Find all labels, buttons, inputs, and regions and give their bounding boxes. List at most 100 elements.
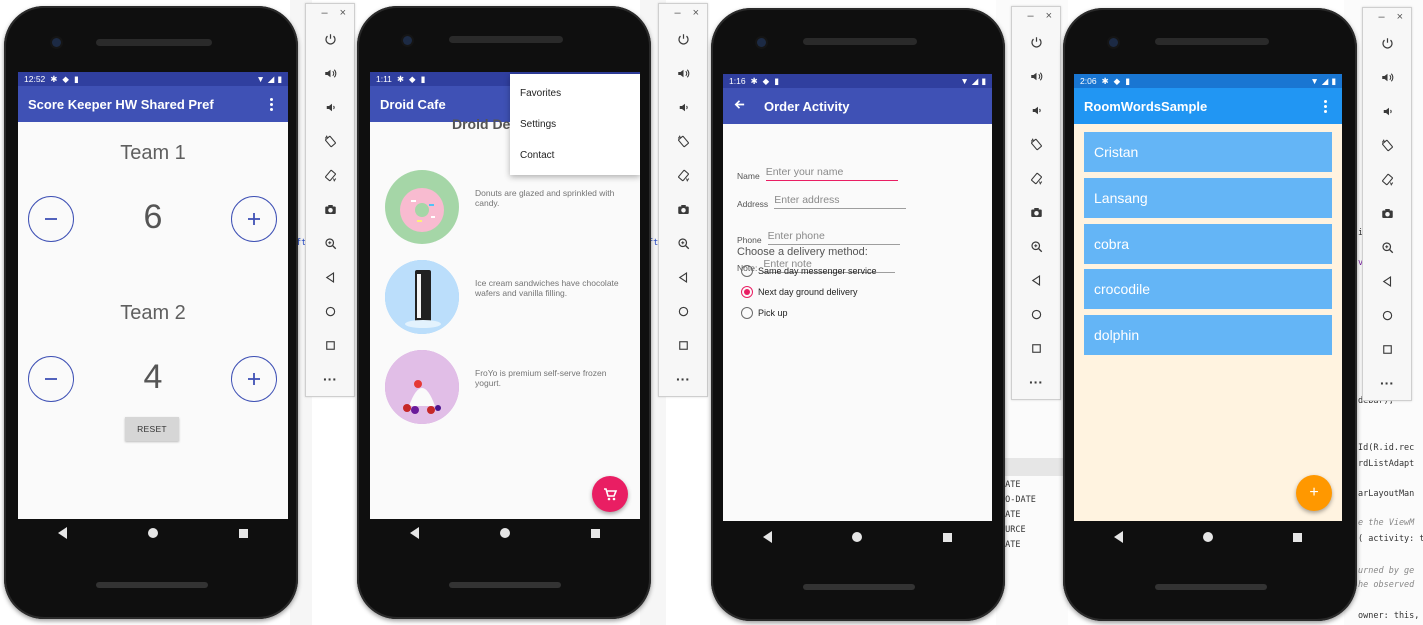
radio-button-checked[interactable] — [741, 286, 753, 298]
camera-icon[interactable] — [659, 192, 707, 226]
add-word-fab[interactable]: + — [1296, 475, 1332, 511]
rotate-left-icon[interactable] — [659, 124, 707, 158]
name-input[interactable]: Enter your name — [765, 166, 898, 181]
volume-down-icon[interactable] — [659, 90, 707, 124]
back-icon[interactable] — [306, 260, 354, 294]
home-icon[interactable] — [1012, 297, 1060, 331]
froyo-image[interactable] — [385, 350, 459, 424]
shopping-cart-fab[interactable] — [592, 476, 628, 512]
rotate-right-icon[interactable] — [306, 158, 354, 192]
nav-overview-icon[interactable] — [238, 528, 248, 538]
nav-back-icon[interactable] — [410, 527, 420, 539]
rotate-right-icon[interactable] — [659, 158, 707, 192]
nav-back-icon[interactable] — [58, 527, 68, 539]
menu-item-contact[interactable]: Contact — [510, 140, 640, 171]
volume-down-icon[interactable] — [1012, 93, 1060, 127]
home-icon[interactable] — [1363, 298, 1411, 332]
zoom-icon[interactable] — [1363, 230, 1411, 264]
close-button[interactable]: × — [1046, 10, 1052, 22]
list-item[interactable]: Cristan — [1084, 132, 1332, 172]
back-arrow-icon[interactable] — [733, 98, 746, 114]
menu-item-favorites[interactable]: Favorites — [510, 78, 640, 109]
nav-overview-icon[interactable] — [942, 532, 952, 542]
more-icon[interactable]: ··· — [1012, 365, 1060, 399]
address-input[interactable]: Enter address — [774, 194, 907, 209]
volume-down-icon[interactable] — [306, 90, 354, 124]
camera-icon[interactable] — [1363, 196, 1411, 230]
zoom-icon[interactable] — [659, 226, 707, 260]
rotate-left-icon[interactable] — [1363, 128, 1411, 162]
volume-up-icon[interactable] — [659, 56, 707, 90]
phone-input[interactable]: Enter phone — [767, 230, 900, 245]
home-icon[interactable] — [659, 294, 707, 328]
team1-increase-button[interactable] — [231, 196, 277, 242]
overview-icon[interactable] — [306, 328, 354, 362]
minimize-button[interactable]: – — [1378, 11, 1384, 23]
ice-cream-sandwich-image[interactable] — [385, 260, 459, 334]
minimize-button[interactable]: – — [674, 7, 680, 19]
close-button[interactable]: × — [1397, 11, 1403, 23]
reset-button[interactable]: RESET — [125, 417, 179, 441]
minimize-button[interactable]: – — [1027, 10, 1033, 22]
radio-button[interactable] — [741, 307, 753, 319]
overview-icon[interactable] — [1363, 332, 1411, 366]
nav-back-icon[interactable] — [1114, 531, 1123, 543]
shield-icon: ◆ — [62, 73, 69, 84]
volume-down-icon[interactable] — [1363, 94, 1411, 128]
menu-item-settings[interactable]: Settings — [510, 109, 640, 140]
more-icon[interactable]: ··· — [306, 362, 354, 396]
back-icon[interactable] — [1012, 263, 1060, 297]
more-icon[interactable]: ··· — [1363, 366, 1411, 400]
status-bar: 2:06 ✱ ◆ ▮ ▼ ◢ ▮ — [1074, 74, 1342, 88]
rotate-right-icon[interactable] — [1012, 161, 1060, 195]
team2-increase-button[interactable] — [231, 356, 277, 402]
camera-icon[interactable] — [1012, 195, 1060, 229]
wifi-icon: ▼ — [256, 74, 265, 84]
radio-button[interactable] — [741, 265, 753, 277]
camera-icon[interactable] — [306, 192, 354, 226]
radio-next-day[interactable]: Next day ground delivery — [741, 286, 858, 298]
back-icon[interactable] — [659, 260, 707, 294]
zoom-icon[interactable] — [306, 226, 354, 260]
ide-code-text: arLayoutMan — [1358, 489, 1415, 499]
power-icon[interactable] — [1012, 25, 1060, 59]
volume-up-icon[interactable] — [1012, 59, 1060, 93]
donut-image[interactable] — [385, 170, 459, 244]
volume-up-icon[interactable] — [306, 56, 354, 90]
rotate-right-icon[interactable] — [1363, 162, 1411, 196]
home-icon[interactable] — [306, 294, 354, 328]
list-item[interactable]: crocodile — [1084, 269, 1332, 309]
radio-pick-up[interactable]: Pick up — [741, 307, 788, 319]
power-icon[interactable] — [1363, 26, 1411, 60]
close-button[interactable]: × — [693, 7, 699, 19]
close-button[interactable]: × — [340, 7, 346, 19]
zoom-icon[interactable] — [1012, 229, 1060, 263]
emulator-toolbar: – × ··· — [1011, 6, 1061, 400]
list-item[interactable]: cobra — [1084, 224, 1332, 264]
rotate-left-icon[interactable] — [1012, 127, 1060, 161]
battery-icon: ▮ — [277, 73, 282, 84]
nav-overview-icon[interactable] — [590, 528, 600, 538]
overflow-menu-icon[interactable] — [264, 97, 278, 111]
nav-home-icon[interactable] — [499, 528, 510, 538]
volume-up-icon[interactable] — [1363, 60, 1411, 94]
nav-home-icon[interactable] — [852, 532, 863, 542]
overview-icon[interactable] — [659, 328, 707, 362]
back-icon[interactable] — [1363, 264, 1411, 298]
minimize-button[interactable]: – — [321, 7, 327, 19]
nav-home-icon[interactable] — [147, 528, 158, 538]
list-item[interactable]: Lansang — [1084, 178, 1332, 218]
power-icon[interactable] — [306, 22, 354, 56]
address-field-row: Address Enter address — [737, 194, 907, 209]
nav-overview-icon[interactable] — [1293, 532, 1302, 542]
overflow-menu-icon[interactable] — [1318, 99, 1332, 113]
more-icon[interactable]: ··· — [659, 362, 707, 396]
nav-home-icon[interactable] — [1203, 532, 1213, 542]
list-item[interactable]: dolphin — [1084, 315, 1332, 355]
rotate-left-icon[interactable] — [306, 124, 354, 158]
nav-back-icon[interactable] — [763, 531, 773, 543]
power-icon[interactable] — [659, 22, 707, 56]
radio-same-day[interactable]: Same day messenger service — [741, 265, 877, 277]
status-time: 12:52 — [24, 74, 46, 84]
overview-icon[interactable] — [1012, 331, 1060, 365]
